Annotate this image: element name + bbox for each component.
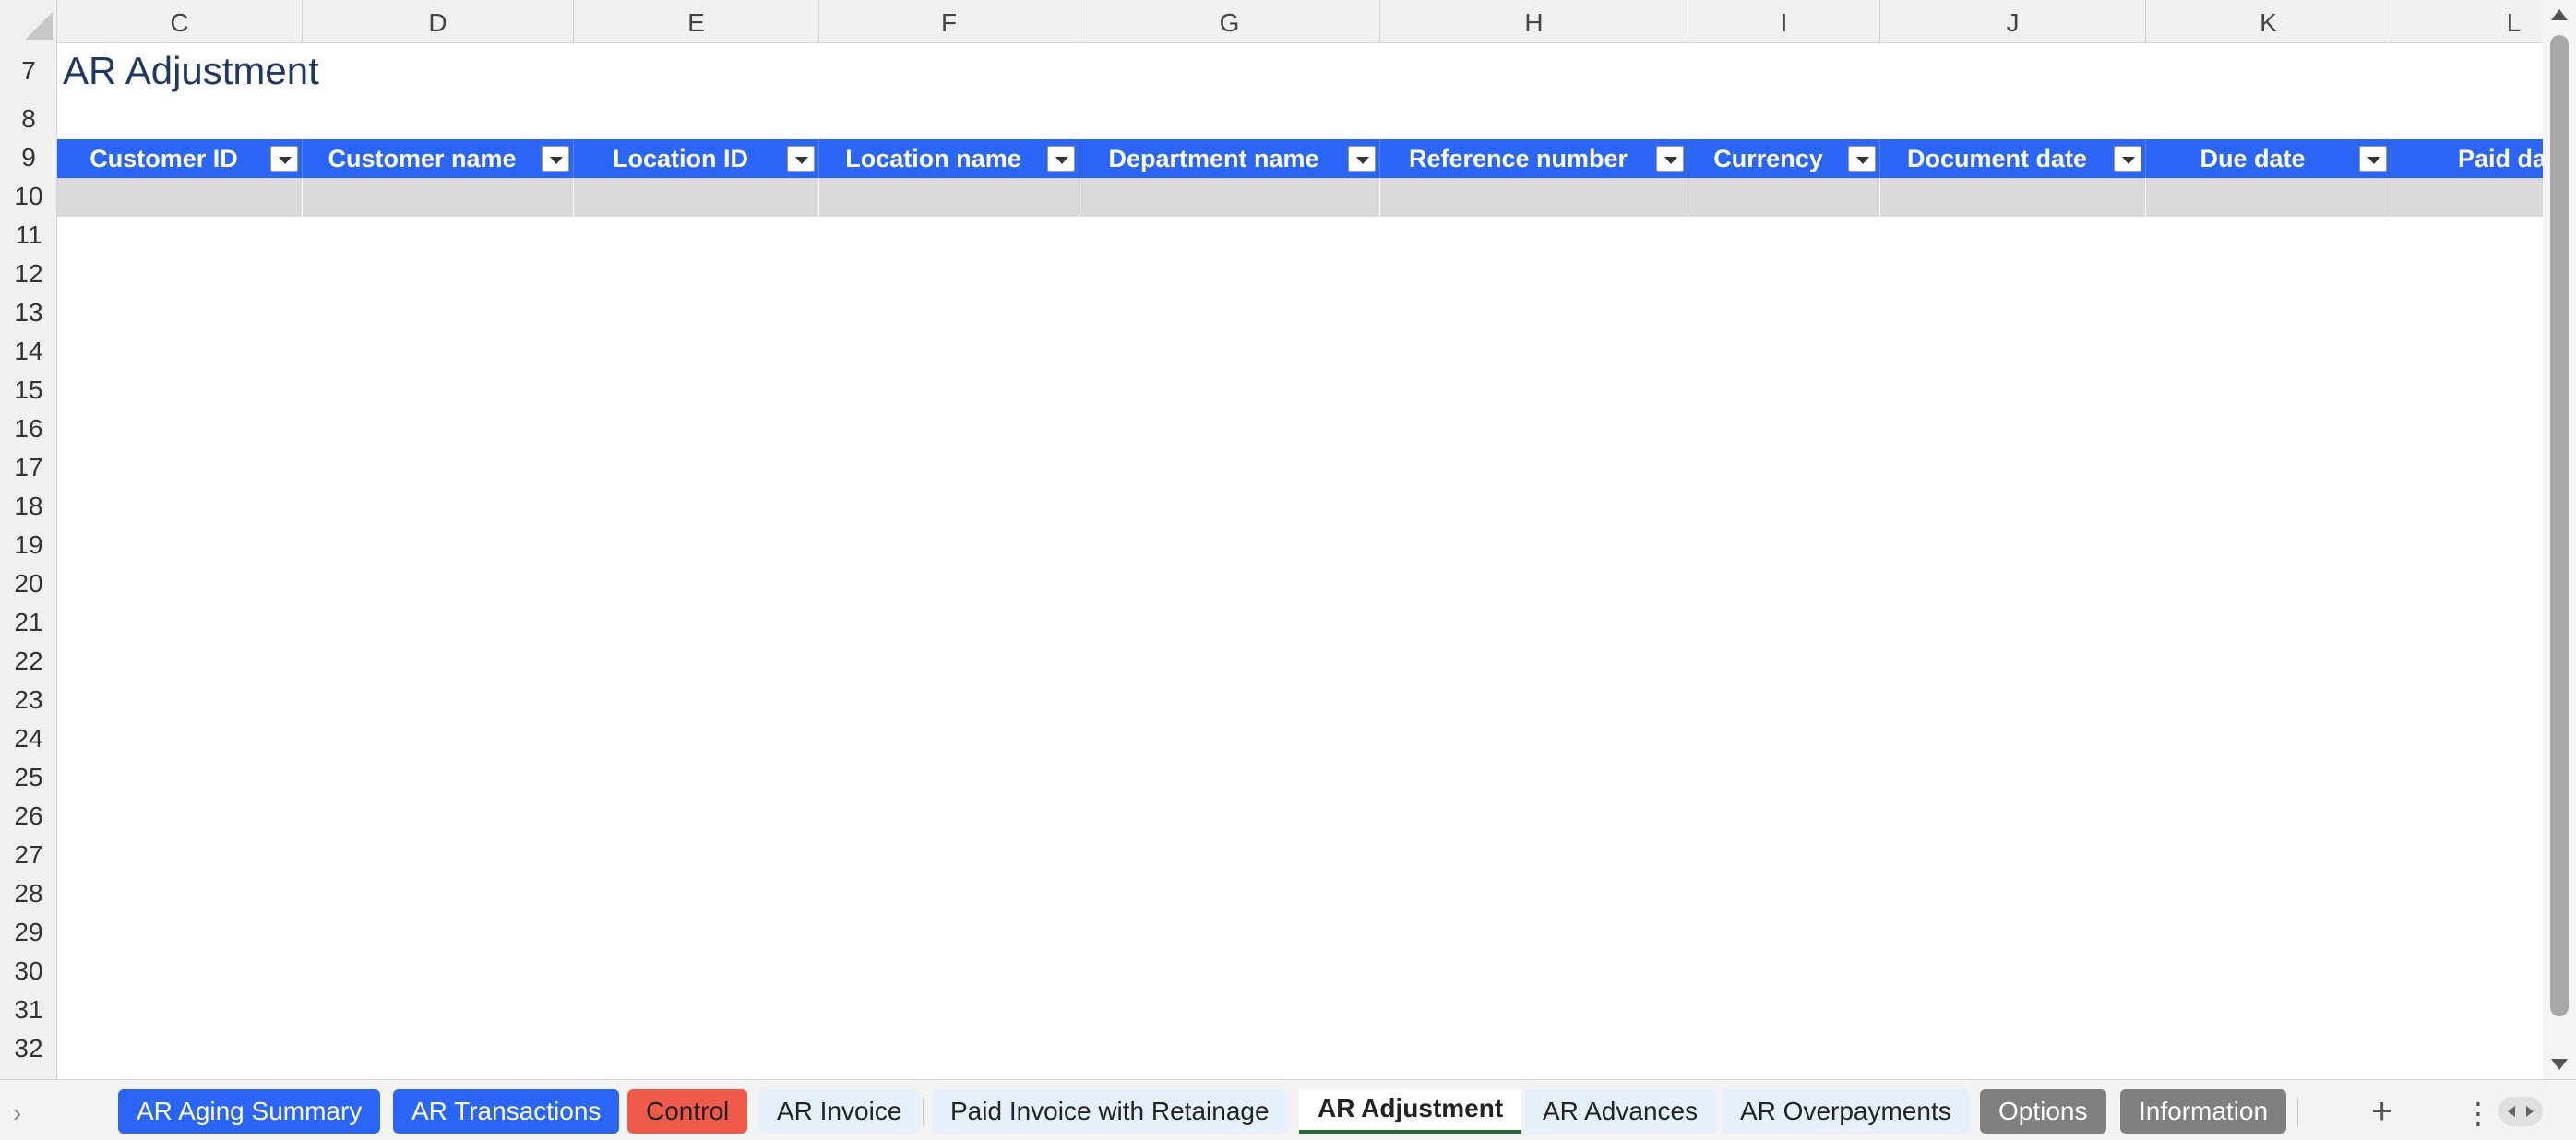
filter-dropdown-icon[interactable] xyxy=(542,146,569,172)
row-header[interactable]: 30 xyxy=(0,956,57,986)
column-header-j[interactable]: J xyxy=(1880,0,2146,43)
row-header[interactable]: 19 xyxy=(0,530,57,560)
row-header[interactable]: 24 xyxy=(0,724,57,754)
row-header[interactable]: 16 xyxy=(0,414,57,444)
table-header-location-name[interactable]: Location name xyxy=(819,139,1079,178)
row-header[interactable]: 14 xyxy=(0,337,57,366)
row-header[interactable]: 13 xyxy=(0,298,57,327)
chevron-right-icon[interactable]: › xyxy=(13,1098,21,1128)
row-header[interactable]: 28 xyxy=(0,879,57,908)
row-header[interactable]: 21 xyxy=(0,608,57,637)
filter-dropdown-icon[interactable] xyxy=(1047,146,1075,172)
column-header-l[interactable]: L xyxy=(2391,0,2543,43)
column-header-g[interactable]: G xyxy=(1079,0,1380,43)
row-header[interactable]: 17 xyxy=(0,453,57,482)
sheet-tab-options[interactable]: Options xyxy=(1980,1089,2106,1134)
scroll-right-arrow-icon[interactable] xyxy=(2526,1106,2534,1117)
sheet-tab-information[interactable]: Information xyxy=(2120,1089,2287,1134)
table-header-paid-date[interactable]: Paid da xyxy=(2391,139,2543,178)
row-header[interactable]: 12 xyxy=(0,259,57,289)
sheet-tab-control[interactable]: Control xyxy=(627,1089,748,1134)
filter-dropdown-icon[interactable] xyxy=(1848,146,1876,172)
filter-dropdown-icon[interactable] xyxy=(787,146,815,172)
table-cell[interactable] xyxy=(819,178,1079,217)
row-header[interactable]: 20 xyxy=(0,569,57,599)
vertical-scrollbar[interactable] xyxy=(2543,0,2576,1079)
row-header[interactable]: 22 xyxy=(0,647,57,676)
plus-icon[interactable]: + xyxy=(2371,1089,2392,1134)
table-row xyxy=(57,178,2543,217)
row-header[interactable]: 7 xyxy=(0,56,57,86)
vertical-ellipsis-icon[interactable]: ⋮ xyxy=(2463,1091,2493,1135)
scroll-down-arrow-icon[interactable] xyxy=(2551,1059,2568,1070)
sheet-cells[interactable]: AR Adjustment Customer ID Customer name … xyxy=(57,43,2543,1079)
sheet-title[interactable]: AR Adjustment xyxy=(63,49,319,93)
table-header-customer-id[interactable]: Customer ID xyxy=(57,139,303,178)
select-all-triangle-icon xyxy=(25,12,53,40)
sheet-tab-ar-advances[interactable]: AR Advances xyxy=(1524,1089,1717,1134)
sheet-tabs-bar: › AR Aging Summary AR Transactions Contr… xyxy=(0,1079,2576,1140)
row-header[interactable]: 31 xyxy=(0,995,57,1025)
table-header-location-id[interactable]: Location ID xyxy=(574,139,819,178)
table-header-department-name[interactable]: Department name xyxy=(1079,139,1380,178)
table-cell[interactable] xyxy=(1880,178,2146,217)
sheet-tab-ar-aging-summary[interactable]: AR Aging Summary xyxy=(118,1089,381,1134)
row-header[interactable]: 25 xyxy=(0,763,57,792)
row-header[interactable]: 23 xyxy=(0,685,57,715)
row-header-strip: 7 8 9 10 11 12 13 14 15 16 17 18 19 20 2… xyxy=(0,43,57,1079)
row-header[interactable]: 10 xyxy=(0,182,57,211)
table-header-reference-number[interactable]: Reference number xyxy=(1380,139,1688,178)
column-header-strip: C D E F G H I J K L xyxy=(0,0,2543,43)
table-cell[interactable] xyxy=(57,178,303,217)
sheet-tab-ar-adjustment[interactable]: AR Adjustment xyxy=(1299,1089,1522,1134)
select-all-corner[interactable] xyxy=(0,0,57,43)
horizontal-scroll-nav[interactable] xyxy=(2498,1097,2543,1126)
vertical-scroll-thumb[interactable] xyxy=(2550,35,2569,1016)
scroll-up-arrow-icon[interactable] xyxy=(2551,9,2568,20)
row-header[interactable]: 26 xyxy=(0,802,57,831)
table-header-currency[interactable]: Currency xyxy=(1688,139,1880,178)
table-cell[interactable] xyxy=(1380,178,1688,217)
table-header-due-date[interactable]: Due date xyxy=(2146,139,2391,178)
filter-dropdown-icon[interactable] xyxy=(270,146,298,172)
row-header[interactable]: 9 xyxy=(0,143,57,172)
column-header-d[interactable]: D xyxy=(303,0,574,43)
sheet-tab-ar-overpayments[interactable]: AR Overpayments xyxy=(1722,1089,1970,1134)
table-header-document-date[interactable]: Document date xyxy=(1880,139,2146,178)
tab-separator xyxy=(923,1098,924,1126)
row-header[interactable]: 15 xyxy=(0,375,57,405)
scroll-left-arrow-icon[interactable] xyxy=(2508,1106,2515,1117)
table-cell[interactable] xyxy=(1079,178,1380,217)
filter-dropdown-icon[interactable] xyxy=(1656,146,1684,172)
table-cell[interactable] xyxy=(2391,178,2543,217)
table-header-row: Customer ID Customer name Location ID Lo… xyxy=(57,139,2543,178)
table-cell[interactable] xyxy=(2146,178,2391,217)
column-header-i[interactable]: I xyxy=(1688,0,1880,43)
spreadsheet-grid[interactable]: C D E F G H I J K L 7 8 9 10 11 12 13 14… xyxy=(0,0,2543,1079)
column-header-h[interactable]: H xyxy=(1380,0,1688,43)
table-cell[interactable] xyxy=(303,178,574,217)
tab-separator xyxy=(2297,1098,2298,1126)
column-header-e[interactable]: E xyxy=(574,0,819,43)
column-header-c[interactable]: C xyxy=(57,0,303,43)
row-header[interactable]: 27 xyxy=(0,840,57,870)
row-header[interactable]: 32 xyxy=(0,1034,57,1063)
row-header[interactable]: 11 xyxy=(0,220,57,250)
column-header-f[interactable]: F xyxy=(819,0,1079,43)
table-cell[interactable] xyxy=(574,178,819,217)
sheet-tab-paid-invoice-with-retainage[interactable]: Paid Invoice with Retainage xyxy=(932,1089,1288,1134)
sheet-tab-ar-invoice[interactable]: AR Invoice xyxy=(758,1089,921,1134)
filter-dropdown-icon[interactable] xyxy=(2359,146,2387,172)
filter-dropdown-icon[interactable] xyxy=(1348,146,1376,172)
column-header-k[interactable]: K xyxy=(2146,0,2391,43)
sheet-tab-ar-transactions[interactable]: AR Transactions xyxy=(393,1089,620,1134)
table-header-customer-name[interactable]: Customer name xyxy=(303,139,574,178)
table-cell[interactable] xyxy=(1688,178,1880,217)
row-header[interactable]: 18 xyxy=(0,492,57,521)
row-header[interactable]: 8 xyxy=(0,104,57,134)
filter-dropdown-icon[interactable] xyxy=(2114,146,2141,172)
row-header[interactable]: 29 xyxy=(0,918,57,947)
